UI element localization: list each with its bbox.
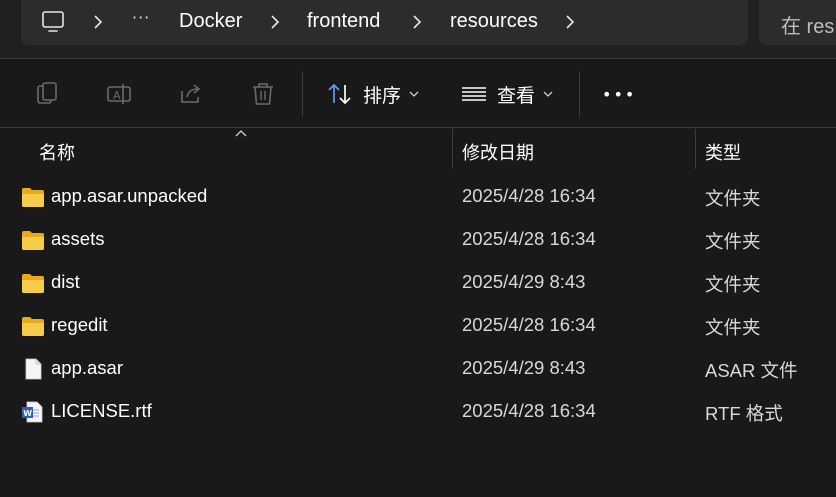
breadcrumb-more[interactable]: ··· (132, 8, 150, 27)
folder-icon (22, 317, 44, 336)
svg-text:W: W (23, 409, 32, 418)
file-modified: 2025/4/29 8:43 (462, 357, 586, 378)
file-row[interactable]: app.asar.unpacked 2025/4/28 16:34 文件夹 (0, 176, 836, 219)
file-type: 文件夹 (705, 231, 761, 252)
copy-icon[interactable] (34, 81, 60, 107)
breadcrumb-docker[interactable]: Docker (179, 10, 242, 33)
folder-icon (22, 274, 44, 293)
svg-text:A: A (113, 89, 121, 102)
sort-button[interactable]: 排序 (327, 79, 419, 109)
folder-icon (22, 231, 44, 250)
command-bar: A 排序 查看 ••• (0, 58, 836, 128)
more-options-icon: ••• (602, 84, 637, 104)
file-icon (25, 358, 42, 380)
file-name: app.asar.unpacked (51, 185, 208, 206)
sort-ascending-caret-icon (235, 130, 247, 137)
column-divider[interactable] (452, 129, 453, 169)
file-name: app.asar (51, 357, 123, 378)
column-header-row: 名称 修改日期 类型 (0, 129, 836, 169)
breadcrumb-frontend[interactable]: frontend (307, 10, 380, 33)
file-row[interactable]: app.asar 2025/4/29 8:43 ASAR 文件 (0, 348, 836, 391)
view-icon (462, 87, 486, 101)
chevron-right-icon[interactable] (411, 13, 423, 31)
search-box[interactable]: 在 res (759, 0, 836, 45)
chevron-right-icon[interactable] (92, 13, 104, 31)
column-header-name[interactable]: 名称 (39, 139, 75, 165)
file-type: 文件夹 (705, 317, 761, 338)
view-button[interactable]: 查看 (461, 79, 553, 109)
share-icon[interactable] (178, 81, 204, 107)
search-placeholder: 在 res (781, 16, 835, 38)
column-header-modified[interactable]: 修改日期 (462, 139, 534, 165)
file-modified: 2025/4/28 16:34 (462, 400, 596, 421)
file-row[interactable]: assets 2025/4/28 16:34 文件夹 (0, 219, 836, 262)
file-name: assets (51, 228, 105, 249)
this-pc-icon[interactable] (41, 10, 65, 34)
file-name: dist (51, 271, 80, 292)
file-type: 文件夹 (705, 274, 761, 295)
file-row[interactable]: regedit 2025/4/28 16:34 文件夹 (0, 305, 836, 348)
rename-icon[interactable]: A (106, 81, 132, 107)
file-row[interactable]: dist 2025/4/29 8:43 文件夹 (0, 262, 836, 305)
chevron-down-icon (409, 91, 419, 97)
more-options-button[interactable]: ••• (602, 79, 636, 109)
file-type: ASAR 文件 (705, 360, 798, 381)
delete-icon[interactable] (250, 81, 276, 107)
address-bar-area: ··· Docker frontend resources 在 res (0, 0, 836, 58)
file-type: RTF 格式 (705, 403, 783, 424)
column-divider[interactable] (695, 129, 696, 169)
column-header-type[interactable]: 类型 (705, 139, 741, 165)
chevron-right-icon[interactable] (269, 13, 281, 31)
sort-icon (328, 83, 351, 105)
file-modified: 2025/4/28 16:34 (462, 228, 596, 249)
word-doc-icon: W (22, 401, 43, 423)
file-modified: 2025/4/29 8:43 (462, 271, 586, 292)
chevron-right-icon[interactable] (564, 13, 576, 31)
sort-label: 排序 (363, 84, 402, 107)
file-row[interactable]: W LICENSE.rtf 2025/4/28 16:34 RTF 格式 (0, 391, 836, 434)
breadcrumb-resources[interactable]: resources (450, 10, 538, 33)
file-type: 文件夹 (705, 188, 761, 209)
toolbar-divider (579, 71, 580, 117)
chevron-down-icon (543, 91, 553, 97)
file-name: LICENSE.rtf (51, 400, 152, 421)
file-name: regedit (51, 314, 108, 335)
toolbar-divider (302, 71, 303, 117)
file-modified: 2025/4/28 16:34 (462, 185, 596, 206)
folder-icon (22, 188, 44, 207)
view-label: 查看 (497, 84, 536, 107)
file-modified: 2025/4/28 16:34 (462, 314, 596, 335)
address-bar[interactable]: ··· Docker frontend resources (21, 0, 748, 45)
